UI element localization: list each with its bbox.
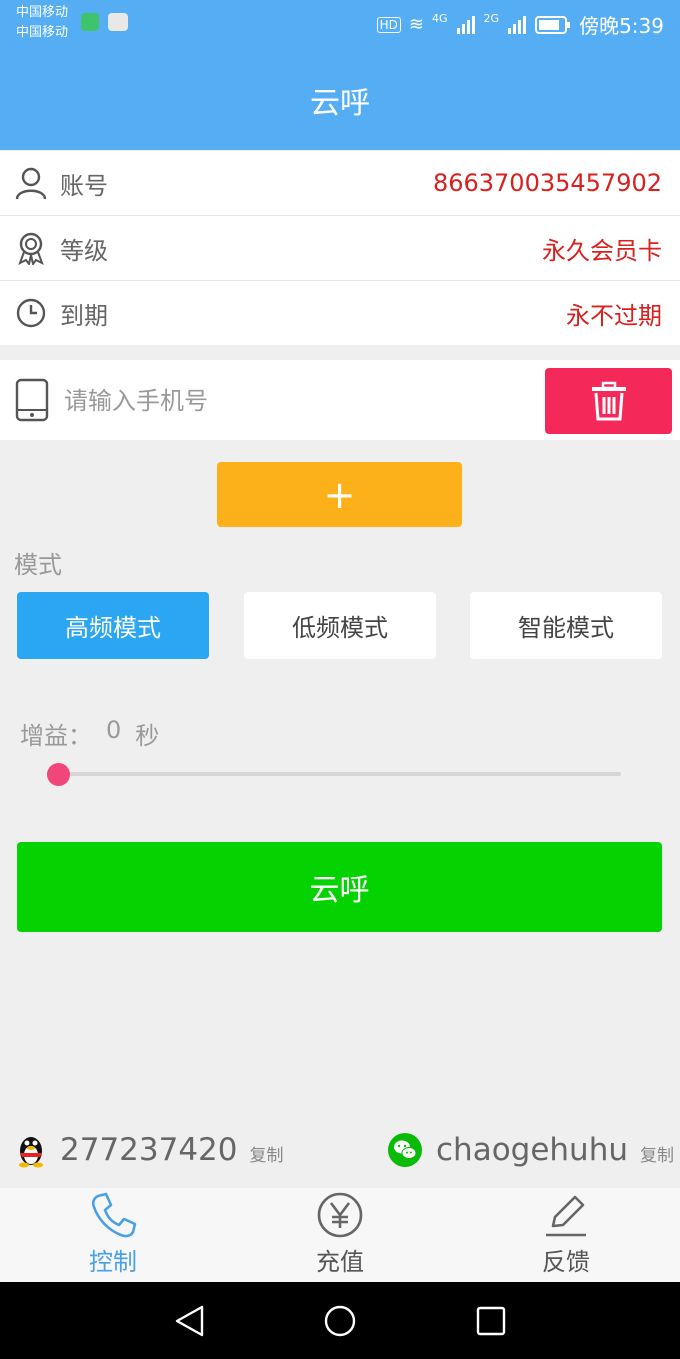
level-label: 等级 [60, 236, 108, 265]
medal-icon [14, 231, 48, 265]
title-bar: 云呼 [0, 50, 680, 150]
network-2g: 2G [483, 12, 500, 25]
wechat-icon [388, 1133, 422, 1167]
account-info-card: 账号 866370035457902 等级 永久会员卡 到期 永不过期 [0, 151, 680, 345]
expire-value: 永不过期 [566, 301, 662, 330]
clock: 傍晚5:39 [579, 14, 664, 38]
gain-slider-track[interactable] [58, 772, 621, 776]
tab-feedback-label: 反馈 [542, 1248, 590, 1276]
mode-high-frequency-button[interactable]: 高频模式 [17, 592, 209, 659]
back-icon[interactable] [172, 1304, 206, 1338]
status-bar: 中国移动 中国移动 HD ≋ 4G 2G 傍晚5:39 [0, 0, 680, 50]
qq-number: 277237420 [60, 1132, 238, 1168]
notification-app-icon [108, 13, 128, 31]
network-4g: 4G [432, 12, 448, 25]
signal-icon-2 [508, 15, 527, 34]
gain-unit: 秒 [135, 722, 160, 750]
tab-recharge-label: 充值 [316, 1248, 364, 1276]
wechat-copy-button[interactable]: 复制 [640, 1141, 674, 1166]
wechat-id: chaogehuhu [436, 1132, 628, 1168]
qq-penguin-icon [19, 1137, 43, 1168]
gain-readout: 增益： 0 秒 [20, 716, 159, 751]
user-icon [14, 166, 48, 200]
wechat-contact: chaogehuhu 复制 [388, 1130, 674, 1170]
gain-slider-thumb[interactable] [47, 763, 70, 786]
tab-recharge[interactable]: 充值 [265, 1188, 415, 1282]
bottom-tab-bar: 控制 充值 反馈 [0, 1188, 680, 1282]
phone-number-input[interactable] [62, 378, 526, 424]
trash-icon [591, 381, 626, 421]
system-nav-bar [0, 1282, 680, 1359]
home-icon[interactable] [323, 1304, 357, 1338]
recents-icon[interactable] [474, 1304, 508, 1338]
page-title: 云呼 [310, 86, 370, 121]
hd-badge: HD [376, 16, 401, 33]
expire-label: 到期 [60, 301, 108, 330]
carrier-1: 中国移动 [16, 5, 69, 20]
mode-smart-button[interactable]: 智能模式 [470, 592, 662, 659]
mode-label: 模式 [14, 551, 62, 579]
yen-icon [317, 1192, 363, 1238]
tab-feedback[interactable]: 反馈 [491, 1188, 641, 1282]
cloud-call-button[interactable]: 云呼 [17, 842, 662, 932]
mode-low-frequency-button[interactable]: 低频模式 [244, 592, 436, 659]
qq-contact: 277237420 复制 [16, 1130, 284, 1170]
tab-control-label: 控制 [89, 1248, 137, 1276]
level-value: 永久会员卡 [542, 236, 662, 265]
tab-control[interactable]: 控制 [38, 1188, 188, 1282]
qq-copy-button[interactable]: 复制 [250, 1141, 284, 1166]
account-value: 866370035457902 [432, 169, 662, 197]
clock-icon [14, 296, 48, 330]
signal-icon [456, 15, 475, 34]
edit-icon [546, 1195, 586, 1237]
account-row: 账号 866370035457902 [0, 151, 680, 216]
call-app-icon [81, 13, 99, 31]
status-right: HD ≋ 4G 2G 傍晚5:39 [376, 10, 664, 39]
carrier-2: 中国移动 [16, 25, 69, 40]
wifi-icon: ≋ [408, 14, 425, 35]
expire-row: 到期 永不过期 [0, 281, 680, 345]
delete-button[interactable] [545, 368, 672, 434]
gain-label: 增益： [20, 722, 92, 750]
battery-icon [535, 15, 571, 34]
mobile-phone-icon [15, 378, 49, 422]
level-row: 等级 永久会员卡 [0, 216, 680, 281]
add-button[interactable]: + [217, 462, 462, 527]
account-label: 账号 [60, 171, 108, 200]
gain-value: 0 [106, 716, 122, 744]
phone-icon [91, 1192, 137, 1238]
